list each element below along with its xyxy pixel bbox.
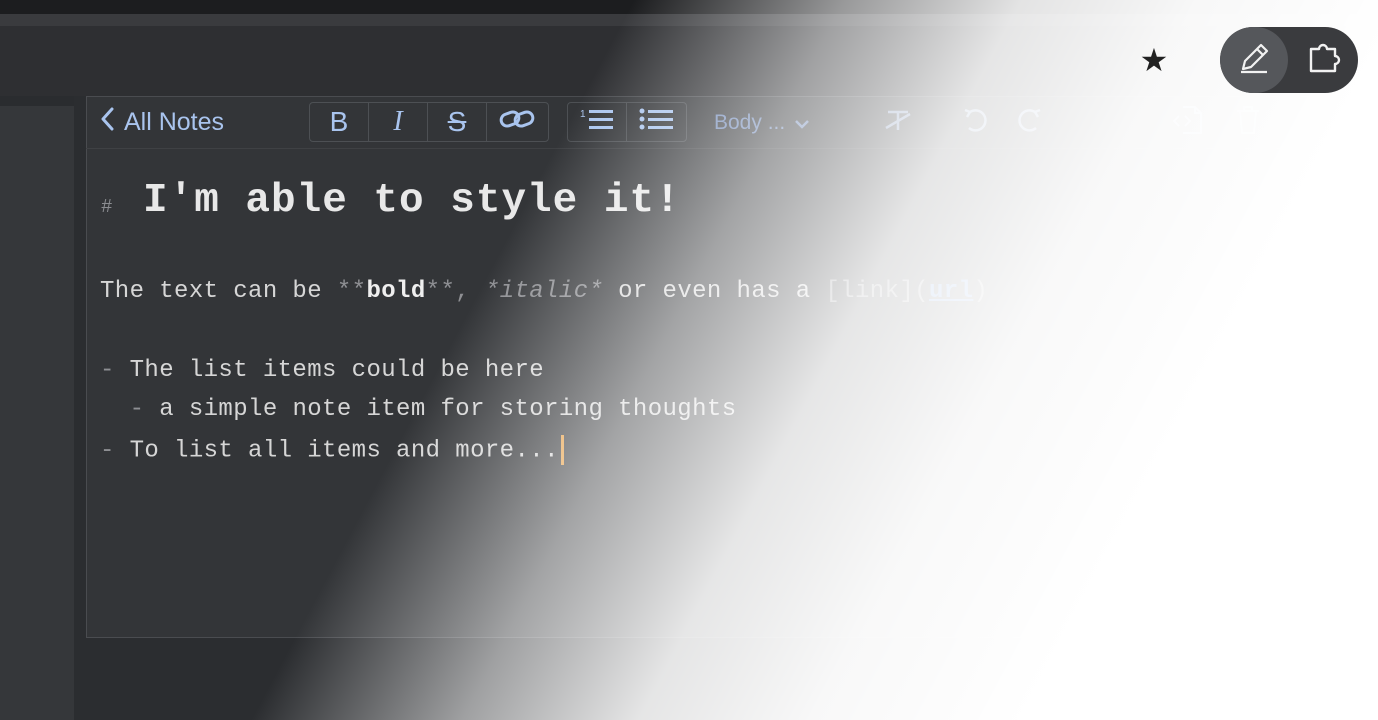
bold-label: B (329, 106, 349, 137)
list-item-text: The list items could be here (129, 357, 545, 384)
para-text-2: or even has a (603, 278, 826, 305)
note-heading[interactable]: I'm able to style it! (143, 178, 681, 224)
link-text: link (840, 278, 900, 305)
chevron-down-icon (795, 111, 810, 135)
italic-label: I (393, 106, 403, 137)
format-button-group: B I S (309, 102, 549, 142)
svg-text:1: 1 (580, 109, 586, 120)
link-button[interactable] (487, 103, 546, 141)
list-button-group: 1 (567, 102, 687, 142)
italic-text: *italic* (484, 278, 604, 305)
star-icon[interactable]: ★ (1136, 42, 1172, 78)
para-text-1: The text can be (100, 278, 337, 305)
strike-label: S (447, 106, 467, 137)
sidebar-divider (0, 96, 74, 106)
source-icon (1171, 104, 1205, 141)
heading-marker: # (101, 196, 113, 218)
ordered-list-icon: 1 (579, 106, 615, 138)
title-bar (0, 0, 1378, 14)
pencil-icon (1237, 41, 1271, 80)
redo-icon (1016, 106, 1044, 139)
bold-button[interactable]: B (310, 103, 369, 141)
list-item[interactable]: - The list items could be here (100, 357, 544, 384)
mode-toggle (1220, 27, 1358, 93)
toolbar-divider (86, 148, 1378, 149)
undo-button[interactable] (957, 104, 993, 140)
italic-button[interactable]: I (369, 103, 428, 141)
style-select-value: Body ... (714, 111, 786, 134)
all-notes-back-link[interactable]: All Notes (100, 106, 224, 138)
link-url[interactable]: url (929, 278, 973, 305)
clear-format-icon (882, 106, 914, 139)
plugin-mode-button[interactable] (1290, 27, 1358, 93)
view-source-button[interactable] (1170, 104, 1206, 140)
list-marker: - (129, 396, 160, 423)
paragraph-style-select[interactable]: Body ... (714, 108, 810, 138)
link-marker-open: [ (825, 278, 841, 305)
text-caret (560, 435, 564, 465)
sidebar (0, 96, 74, 720)
clear-format-button[interactable] (880, 104, 916, 140)
edit-mode-button[interactable] (1220, 27, 1288, 93)
strikethrough-button[interactable]: S (428, 103, 487, 141)
bullet-list-button[interactable] (627, 103, 686, 141)
list-item-text: a simple note item for storing thoughts (159, 396, 737, 423)
list-item-text: To list all items and more... (129, 437, 559, 465)
bold-marker-open: ** (336, 278, 367, 305)
list-marker: - (100, 357, 130, 384)
bullet-list-icon (639, 106, 675, 138)
ordered-list-button[interactable]: 1 (568, 103, 627, 141)
back-link-label: All Notes (124, 107, 225, 136)
para-separator: , (455, 278, 485, 305)
redo-button[interactable] (1012, 104, 1048, 140)
bold-text: bold (366, 278, 426, 305)
trash-icon (1234, 104, 1262, 141)
undo-icon (961, 106, 989, 139)
list-indent (100, 396, 130, 423)
paragraph-line[interactable]: The text can be **bold**, *italic* or ev… (100, 278, 988, 305)
list-item[interactable]: - To list all items and more... (100, 435, 564, 465)
list-item[interactable]: - a simple note item for storing thought… (100, 396, 737, 423)
puzzle-icon (1307, 41, 1341, 80)
link-icon (499, 106, 535, 138)
delete-note-button[interactable] (1230, 104, 1266, 140)
tab-strip (0, 14, 1378, 26)
list-marker: - (100, 437, 130, 465)
bold-marker-close: ** (425, 278, 456, 305)
link-marker-close: ) (973, 278, 989, 305)
chevron-left-icon (100, 107, 114, 138)
link-marker-mid: ]( (899, 278, 929, 305)
